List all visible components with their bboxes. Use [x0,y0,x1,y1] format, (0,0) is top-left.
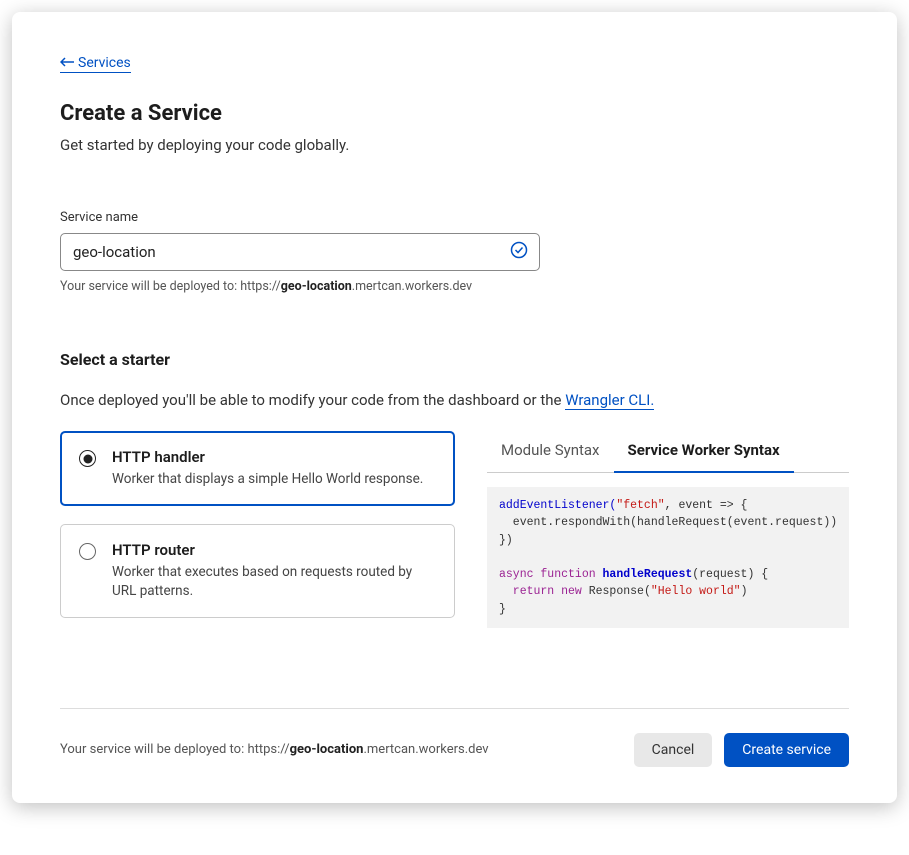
option-title: HTTP router [112,541,436,559]
back-link-label: Services [78,55,131,71]
cancel-button[interactable]: Cancel [634,733,713,767]
starter-heading: Select a starter [60,350,849,369]
tab-service-worker-syntax[interactable]: Service Worker Syntax [614,431,794,473]
starter-description: Once deployed you'll be able to modify y… [60,391,849,409]
back-to-services-link[interactable]: Services [60,55,131,73]
page-title: Create a Service [60,101,849,126]
footer: Your service will be deployed to: https:… [60,733,849,767]
wrangler-cli-link[interactable]: Wrangler CLI. [565,391,654,410]
radio-icon [79,450,96,467]
check-circle-icon [510,241,528,263]
option-desc: Worker that displays a simple Hello Worl… [112,470,423,489]
footer-deploy-text: Your service will be deployed to: https:… [60,742,489,757]
starter-option-http-router[interactable]: HTTP router Worker that executes based o… [60,524,455,618]
option-desc: Worker that executes based on requests r… [112,563,436,601]
create-service-panel: Services Create a Service Get started by… [12,12,897,803]
page-subtitle: Get started by deploying your code globa… [60,136,849,154]
code-preview: addEventListener("fetch", event => { eve… [487,487,849,628]
service-name-label: Service name [60,210,849,225]
service-name-field-wrap [60,233,540,271]
syntax-tabs: Module Syntax Service Worker Syntax [487,431,849,473]
divider [60,708,849,709]
starter-option-http-handler[interactable]: HTTP handler Worker that displays a simp… [60,431,455,506]
create-service-button[interactable]: Create service [724,733,849,767]
option-title: HTTP handler [112,448,423,466]
tab-module-syntax[interactable]: Module Syntax [487,431,614,473]
radio-icon [79,543,96,560]
service-name-input[interactable] [60,233,540,271]
service-name-helper: Your service will be deployed to: https:… [60,279,849,294]
arrow-left-icon [60,55,74,71]
